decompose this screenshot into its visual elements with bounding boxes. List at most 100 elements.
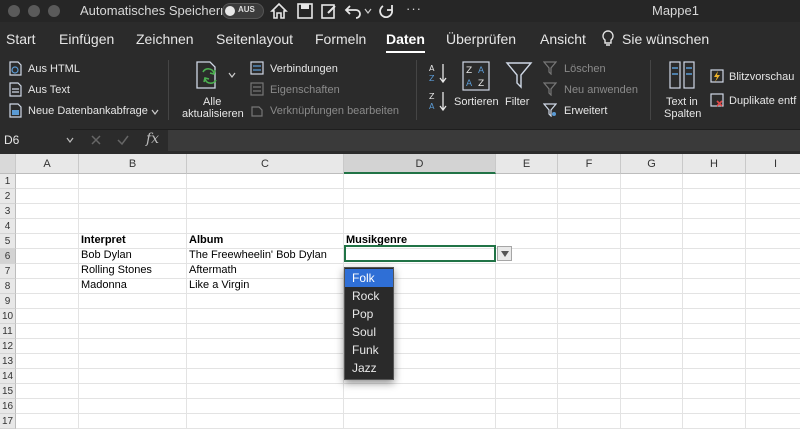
duplikate-entfernen-button[interactable]: Duplikate entf — [729, 95, 796, 107]
cell-c8[interactable]: Like a Virgin — [189, 278, 249, 293]
validation-dropdown-list: Folk Rock Pop Soul Funk Jazz — [344, 267, 394, 380]
row-header[interactable]: 13 — [0, 354, 16, 369]
cell-b8[interactable]: Madonna — [81, 278, 127, 293]
column-header-selected[interactable]: D — [344, 154, 496, 174]
tab-einfuegen[interactable]: Einfügen — [59, 31, 114, 47]
row-header[interactable]: 16 — [0, 399, 16, 414]
row-header[interactable]: 12 — [0, 339, 16, 354]
text-in-spalten-line1[interactable]: Text in — [666, 96, 698, 108]
verbindungen-button[interactable]: Verbindungen — [270, 63, 338, 75]
row-header[interactable]: 4 — [0, 219, 16, 234]
zoom-window-button[interactable] — [48, 5, 60, 17]
edit-icon[interactable] — [320, 2, 338, 20]
dropdown-option-soul[interactable]: Soul — [345, 323, 393, 341]
column-header[interactable]: G — [621, 154, 683, 174]
cell-b5[interactable]: Interpret — [81, 233, 126, 248]
verknuepfungen-bearbeiten-button[interactable]: Verknüpfungen bearbeiten — [270, 105, 399, 117]
database-query-icon — [9, 103, 22, 118]
row-header[interactable]: 15 — [0, 384, 16, 399]
loeschen-button[interactable]: Löschen — [564, 63, 606, 75]
eigenschaften-button[interactable]: Eigenschaften — [270, 84, 340, 96]
cell-c5[interactable]: Album — [189, 233, 223, 248]
name-box[interactable]: D6 — [0, 129, 70, 151]
column-header[interactable]: B — [79, 154, 187, 174]
cell-b7[interactable]: Rolling Stones — [81, 263, 152, 278]
tab-daten[interactable]: Daten — [386, 31, 425, 53]
confirm-icon[interactable] — [117, 134, 129, 146]
filter-icon — [505, 62, 533, 89]
row-header-selected[interactable]: 6 — [0, 249, 16, 264]
cell-b6[interactable]: Bob Dylan — [81, 248, 132, 263]
tell-me-search[interactable]: Sie wünschen — [622, 31, 709, 47]
formula-input[interactable] — [168, 130, 800, 151]
row-header[interactable]: 3 — [0, 204, 16, 219]
dropdown-option-jazz[interactable]: Jazz — [345, 359, 393, 377]
column-header[interactable]: C — [187, 154, 344, 174]
gridline — [682, 174, 683, 429]
aus-html-button[interactable]: Aus HTML — [28, 63, 80, 75]
row-header[interactable]: 10 — [0, 309, 16, 324]
alle-aktualisieren-line1[interactable]: Alle — [203, 96, 221, 108]
fx-icon[interactable]: fx — [146, 131, 159, 147]
text-in-spalten-line2[interactable]: Spalten — [664, 108, 701, 120]
more-icon[interactable]: ··· — [406, 1, 422, 16]
tab-start[interactable]: Start — [6, 31, 36, 47]
sort-a-z-icon[interactable]: AZ — [428, 62, 448, 84]
column-header[interactable]: H — [683, 154, 746, 174]
cell-c7[interactable]: Aftermath — [189, 263, 237, 278]
sortieren-button[interactable]: Sortieren — [454, 96, 499, 108]
gridline — [495, 174, 496, 429]
dropdown-option-funk[interactable]: Funk — [345, 341, 393, 359]
cancel-icon[interactable] — [90, 134, 102, 146]
undo-dropdown-icon[interactable] — [364, 7, 372, 15]
filter-button[interactable]: Filter — [505, 96, 529, 108]
row-header[interactable]: 8 — [0, 279, 16, 294]
row-header[interactable]: 14 — [0, 369, 16, 384]
spreadsheet-grid[interactable]: A B C D E F G H I 1 2 3 4 5 6 7 8 9 10 1… — [0, 154, 800, 429]
minimize-window-button[interactable] — [28, 5, 40, 17]
group-divider — [416, 60, 417, 120]
erweitert-button[interactable]: Erweitert — [564, 105, 607, 117]
dropdown-option-folk[interactable]: Folk — [345, 269, 393, 287]
undo-icon[interactable] — [344, 2, 362, 20]
redo-icon[interactable] — [378, 2, 396, 20]
aus-text-button[interactable]: Aus Text — [28, 84, 70, 96]
chevron-down-icon[interactable] — [66, 137, 74, 143]
toggle-knob — [225, 6, 235, 16]
group-divider — [168, 60, 169, 120]
alle-aktualisieren-line2[interactable]: aktualisieren — [182, 108, 244, 120]
neu-anwenden-button[interactable]: Neu anwenden — [564, 84, 638, 96]
row-header[interactable]: 11 — [0, 324, 16, 339]
dropdown-option-pop[interactable]: Pop — [345, 305, 393, 323]
cell-c6[interactable]: The Freewheelin' Bob Dylan — [189, 248, 327, 263]
autosave-toggle[interactable]: AUS — [222, 3, 264, 19]
chevron-down-icon[interactable] — [228, 72, 236, 78]
tab-seitenlayout[interactable]: Seitenlayout — [216, 31, 293, 47]
home-icon[interactable] — [270, 2, 288, 20]
column-header[interactable]: F — [558, 154, 621, 174]
row-header[interactable]: 17 — [0, 414, 16, 429]
row-header[interactable]: 2 — [0, 189, 16, 204]
sort-z-a-icon[interactable]: ZA — [428, 90, 448, 112]
tab-ueberpruefen[interactable]: Überprüfen — [446, 31, 516, 47]
blitzvorschau-button[interactable]: Blitzvorschau — [729, 71, 794, 83]
neue-datenbankabfrage-button[interactable]: Neue Datenbankabfrage — [28, 105, 148, 117]
chevron-down-icon[interactable] — [151, 109, 159, 115]
dropdown-option-rock[interactable]: Rock — [345, 287, 393, 305]
row-header[interactable]: 7 — [0, 264, 16, 279]
row-header[interactable]: 5 — [0, 234, 16, 249]
save-icon[interactable] — [296, 2, 314, 20]
tab-formeln[interactable]: Formeln — [315, 31, 366, 47]
row-header[interactable]: 9 — [0, 294, 16, 309]
close-window-button[interactable] — [8, 5, 20, 17]
title-bar: Automatisches Speichern AUS ··· Mappe1 — [0, 0, 800, 22]
validation-dropdown-button[interactable] — [497, 246, 512, 261]
column-header[interactable]: A — [16, 154, 79, 174]
active-cell-d6[interactable] — [344, 245, 496, 262]
column-header[interactable]: I — [746, 154, 800, 174]
tab-zeichnen[interactable]: Zeichnen — [136, 31, 194, 47]
column-header[interactable]: E — [496, 154, 558, 174]
select-all-corner[interactable] — [0, 154, 16, 174]
tab-ansicht[interactable]: Ansicht — [540, 31, 586, 47]
row-header[interactable]: 1 — [0, 174, 16, 189]
